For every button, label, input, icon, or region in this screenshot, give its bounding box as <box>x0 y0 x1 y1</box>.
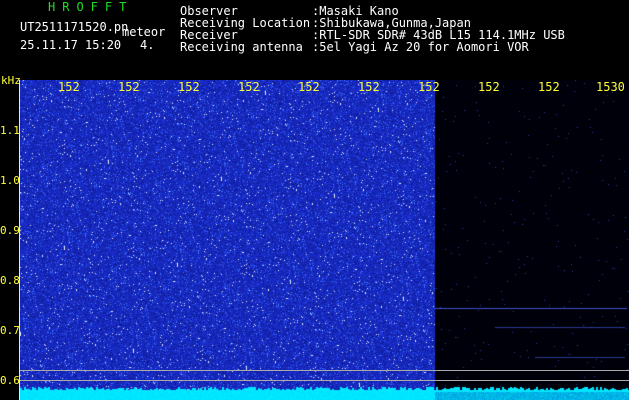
y-axis-unit: kHz <box>1 74 21 87</box>
x-tick-label: 152 <box>478 80 500 94</box>
timestamp: 25.11.17 15:20 <box>20 38 122 52</box>
spectrogram <box>20 80 629 400</box>
y-tick-label: 1.1 <box>0 124 20 137</box>
antenna-value: :5el Yagi Az 20 for Aomori VOR <box>312 40 529 54</box>
x-tick-label: 152 <box>538 80 560 94</box>
x-tick-label: 152 <box>238 80 260 94</box>
y-tick-label: 0.6 <box>0 374 20 387</box>
meteor-count: 4. <box>140 38 155 52</box>
x-tick-label: 152 <box>178 80 200 94</box>
app-title: HROFFT <box>48 0 134 14</box>
x-tick-label: 152 <box>418 80 440 94</box>
y-tick-label: 1.0 <box>0 174 20 187</box>
file-name: UT2511171520.pn <box>20 20 129 34</box>
antenna-label: Receiving antenna <box>180 40 303 54</box>
x-tick-label: 152 <box>358 80 380 94</box>
x-tick-label: 152 <box>58 80 80 94</box>
gridline <box>20 370 629 371</box>
file-name-suffix: meteor <box>122 25 166 39</box>
y-tick-label: 0.9 <box>0 224 20 237</box>
x-tick-label: 152 <box>298 80 320 94</box>
y-tick-label: 0.8 <box>0 274 20 287</box>
gridline <box>20 380 629 381</box>
x-tick-label: 152 <box>118 80 140 94</box>
y-tick-label: 0.7 <box>0 324 20 337</box>
x-tick-label: 1530 <box>596 80 625 94</box>
